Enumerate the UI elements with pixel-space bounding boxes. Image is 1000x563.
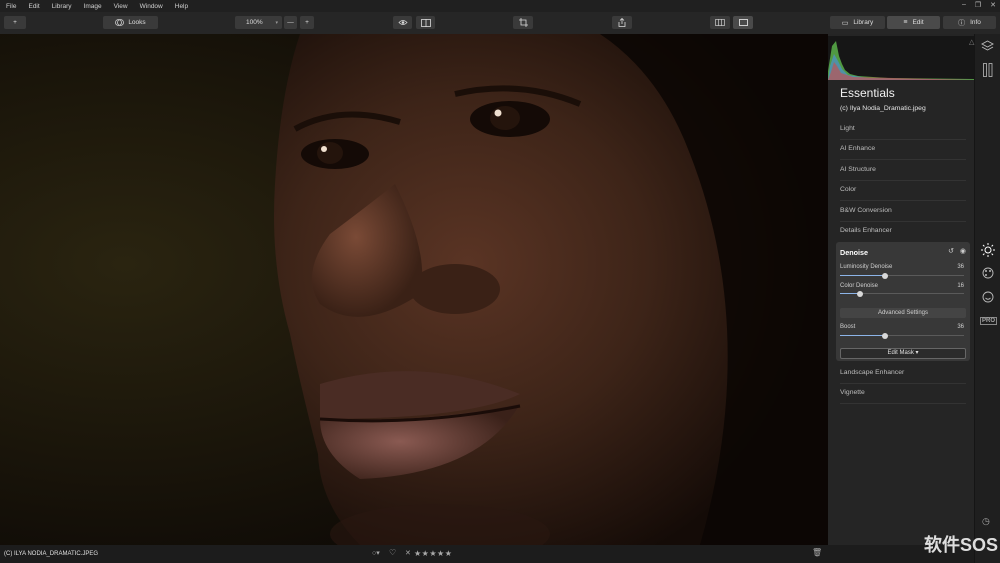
color-label-icon[interactable]: ○▾ [372,549,380,557]
star-rating[interactable]: ★★★★★ [414,549,452,558]
zoom-select[interactable]: 100% ▾ [235,16,282,29]
luminosity-denoise-value: 36 [957,264,964,270]
presets-icon[interactable] [983,63,993,77]
section-landscape-enhancer[interactable]: Landscape Enhancer [840,363,966,384]
minimize-icon[interactable]: – [962,1,966,9]
denoise-section: Denoise ↺ ◉ Luminosity Denoise 36 Color … [836,242,970,361]
menu-window[interactable]: Window [140,3,163,10]
restore-icon[interactable]: ❐ [975,1,981,9]
boost-value: 36 [957,324,964,330]
panel-filename: (c) Ilya Nodia_Dramatic.jpeg [840,105,926,112]
pro-badge[interactable]: PRO [980,317,998,325]
add-button[interactable]: + [4,16,26,29]
toolbar: + Looks 100% ▾ — + ▭ Library ≡ Edit ⓘ In… [0,12,1000,35]
section-color[interactable]: Color [840,180,966,201]
color-denoise-label: Color Denoise [840,283,879,289]
sliders-icon: ≡ [903,19,908,26]
slider-knob[interactable] [856,290,863,297]
chevron-down-icon: ▾ [275,19,278,26]
menu-bar: File Edit Library Image View Window Help… [0,0,1000,12]
grid-view-icon[interactable] [710,16,730,29]
zoom-in-button[interactable]: + [300,16,314,29]
single-view-icon[interactable] [733,16,753,29]
tab-library[interactable]: ▭ Library [830,16,885,29]
sun-icon[interactable] [981,243,995,257]
zoom-out-button[interactable]: — [284,16,297,29]
menu-edit[interactable]: Edit [28,3,39,10]
layers-icon[interactable] [981,40,994,52]
share-icon[interactable] [612,16,632,29]
eye-icon[interactable] [393,16,412,29]
color-denoise-slider[interactable] [840,290,964,297]
looks-label: Looks [128,19,146,26]
trash-icon[interactable]: 🗑 [812,548,822,557]
photo-canvas[interactable] [0,34,828,545]
menu-view[interactable]: View [114,3,128,10]
menu-image[interactable]: Image [84,3,102,10]
section-ai-enhance[interactable]: AI Enhance [840,139,966,160]
collapse-icon[interactable]: △ [969,38,974,46]
heart-icon[interactable]: ♡ [389,548,396,557]
face-icon[interactable] [982,291,994,303]
boost-label: Boost [840,324,856,330]
looks-icon [115,19,125,26]
menu-library[interactable]: Library [52,3,72,10]
compare-icon[interactable] [416,16,435,29]
menu-file[interactable]: File [6,3,16,10]
status-filename: (C) ILYA NODIA_DRAMATIC.JPEG [4,551,99,557]
histogram [828,36,974,80]
reject-icon[interactable]: ✕ [405,549,411,557]
boost-slider[interactable] [840,332,964,339]
slider-fill [840,335,885,336]
history-icon[interactable]: ◷ [982,516,990,527]
watermark: 软件SOS [923,535,998,555]
library-icon: ▭ [841,19,849,27]
menu-help[interactable]: Help [175,3,188,10]
close-icon[interactable]: ✕ [990,1,996,9]
tab-edit-label: Edit [912,19,924,26]
slider-knob[interactable] [881,332,888,339]
color-denoise-value: 16 [957,283,964,289]
crop-icon[interactable] [513,16,533,29]
luminosity-denoise-label: Luminosity Denoise [840,264,893,270]
edit-mask-button[interactable]: Edit Mask ▾ [840,348,966,359]
section-ai-structure[interactable]: AI Structure [840,160,966,181]
panel-title: Essentials [840,86,895,100]
essentials-panel: Essentials (c) Ilya Nodia_Dramatic.jpeg … [828,34,974,545]
tab-info[interactable]: ⓘ Info [943,16,996,29]
reset-icon[interactable]: ↺ [948,247,954,255]
status-bar: (C) ILYA NODIA_DRAMATIC.JPEG ○▾ ♡ ✕ ★★★★… [0,545,974,563]
zoom-value: 100% [246,19,263,26]
visibility-icon[interactable]: ◉ [960,247,966,255]
window-controls: – ❐ ✕ [962,1,996,9]
palette-icon[interactable] [982,267,994,279]
section-vignette[interactable]: Vignette [840,383,966,404]
info-icon: ⓘ [958,19,966,27]
looks-button[interactable]: Looks [103,16,158,29]
section-bw-conversion[interactable]: B&W Conversion [840,201,966,222]
denoise-title: Denoise [840,248,868,257]
tab-info-label: Info [970,19,981,26]
portrait-photo [0,34,828,545]
tool-rail: △ PRO ◷ [969,34,1000,563]
tab-edit[interactable]: ≡ Edit [887,16,940,29]
slider-knob[interactable] [881,272,888,279]
slider-fill [840,275,885,276]
section-details-enhancer[interactable]: Details Enhancer [840,221,966,241]
advanced-settings-button[interactable]: Advanced Settings [840,308,966,318]
section-light[interactable]: Light [840,119,966,140]
luminosity-denoise-slider[interactable] [840,272,964,279]
tab-library-label: Library [853,19,874,26]
